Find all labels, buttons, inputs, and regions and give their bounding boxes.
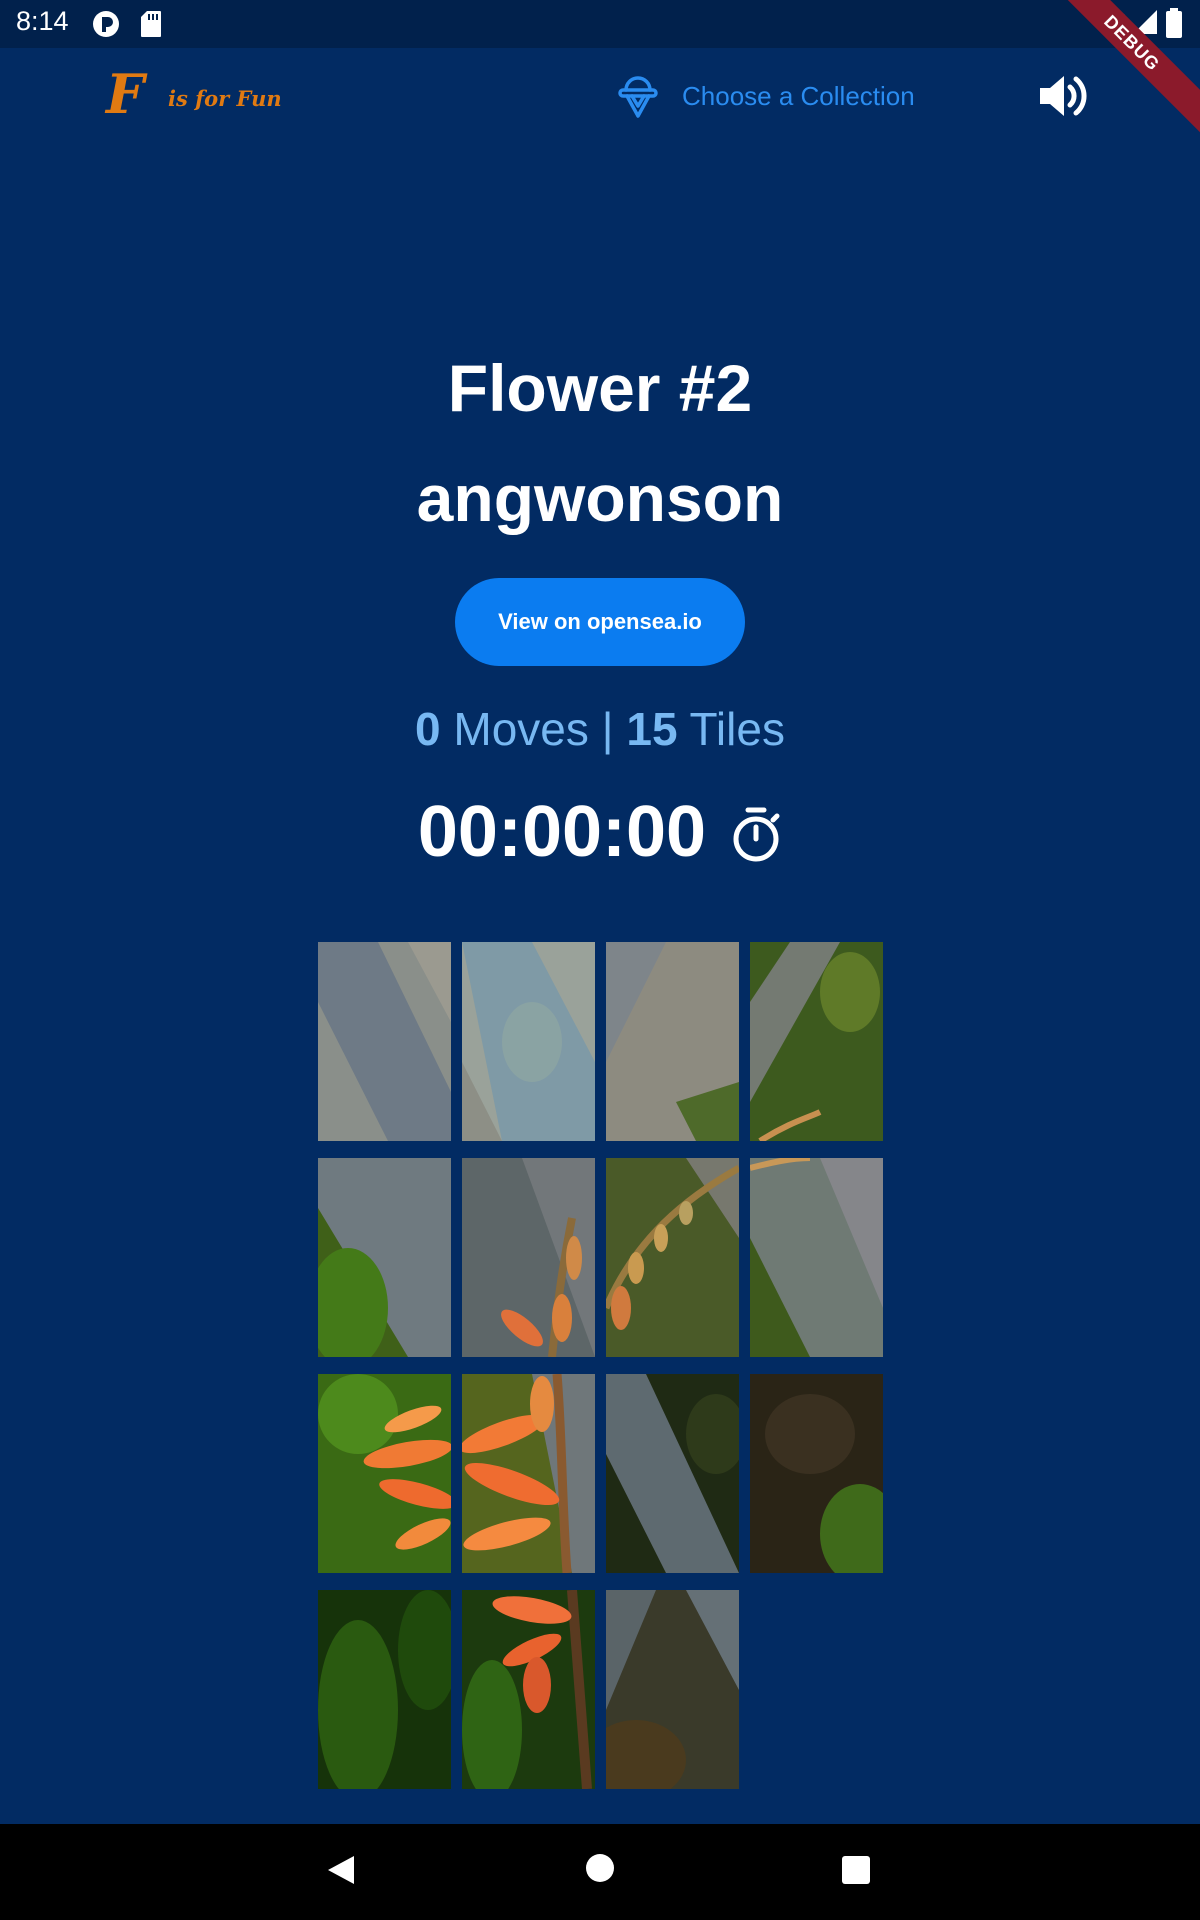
app-screen: 8:14 DEBUG F is for Fun Choose a Collect… [0,0,1200,1920]
app-bar: F is for Fun Choose a Collection [0,48,1200,144]
ice-cream-icon [612,68,664,124]
puzzle-tile[interactable] [462,942,595,1141]
puzzle-tile[interactable] [318,1158,451,1357]
recents-icon[interactable] [842,1856,870,1884]
puzzle-tile[interactable] [606,942,739,1141]
moves-label: Moves [453,703,589,755]
nft-title: Flower #2 [447,351,753,425]
sd-card-icon [140,10,162,42]
timer: 00:00:00 [0,792,1200,872]
choose-collection-label: Choose a Collection [682,80,915,111]
puzzle-tile[interactable] [318,1374,451,1573]
puzzle-tile[interactable] [606,1590,739,1789]
back-icon[interactable] [326,1854,356,1890]
puzzle-tile[interactable] [462,1590,595,1789]
battery-icon [1166,8,1182,42]
logo-letter: F [106,62,145,126]
system-navigation-bar [0,1824,1200,1920]
moves-count: 0 [415,703,441,755]
stopwatch-icon [730,806,782,868]
volume-up-icon [1036,76,1092,126]
tiles-count: 15 [626,703,678,755]
status-bar: 8:14 [0,0,1200,48]
puzzle-tile[interactable] [750,1158,883,1357]
home-icon[interactable] [586,1854,614,1882]
stats-separator: | [601,703,614,755]
status-time: 8:14 [16,6,69,36]
app-logo[interactable]: F is for Fun [106,62,306,126]
clock-badge-icon [92,10,120,42]
volume-button[interactable] [1036,70,1092,122]
puzzle-board [318,942,883,1790]
puzzle-tile[interactable] [318,1590,451,1789]
puzzle-stats: 0 Moves | 15 Tiles [0,702,1200,756]
puzzle-tile[interactable] [462,1374,595,1573]
view-on-opensea-button[interactable]: View on opensea.io [455,578,745,666]
puzzle-tile[interactable] [750,942,883,1141]
puzzle-tile[interactable] [318,942,451,1141]
logo-text: is for Fun [168,86,282,111]
choose-collection-button[interactable]: Choose a Collection [612,70,915,122]
tiles-label: Tiles [689,703,785,755]
puzzle-tile[interactable] [606,1158,739,1357]
nft-artist: angwonson [416,461,784,535]
puzzle-tile[interactable] [462,1158,595,1357]
puzzle-tile[interactable] [750,1374,883,1573]
puzzle-tile[interactable] [606,1374,739,1573]
timer-value: 00:00:00 [417,792,707,872]
